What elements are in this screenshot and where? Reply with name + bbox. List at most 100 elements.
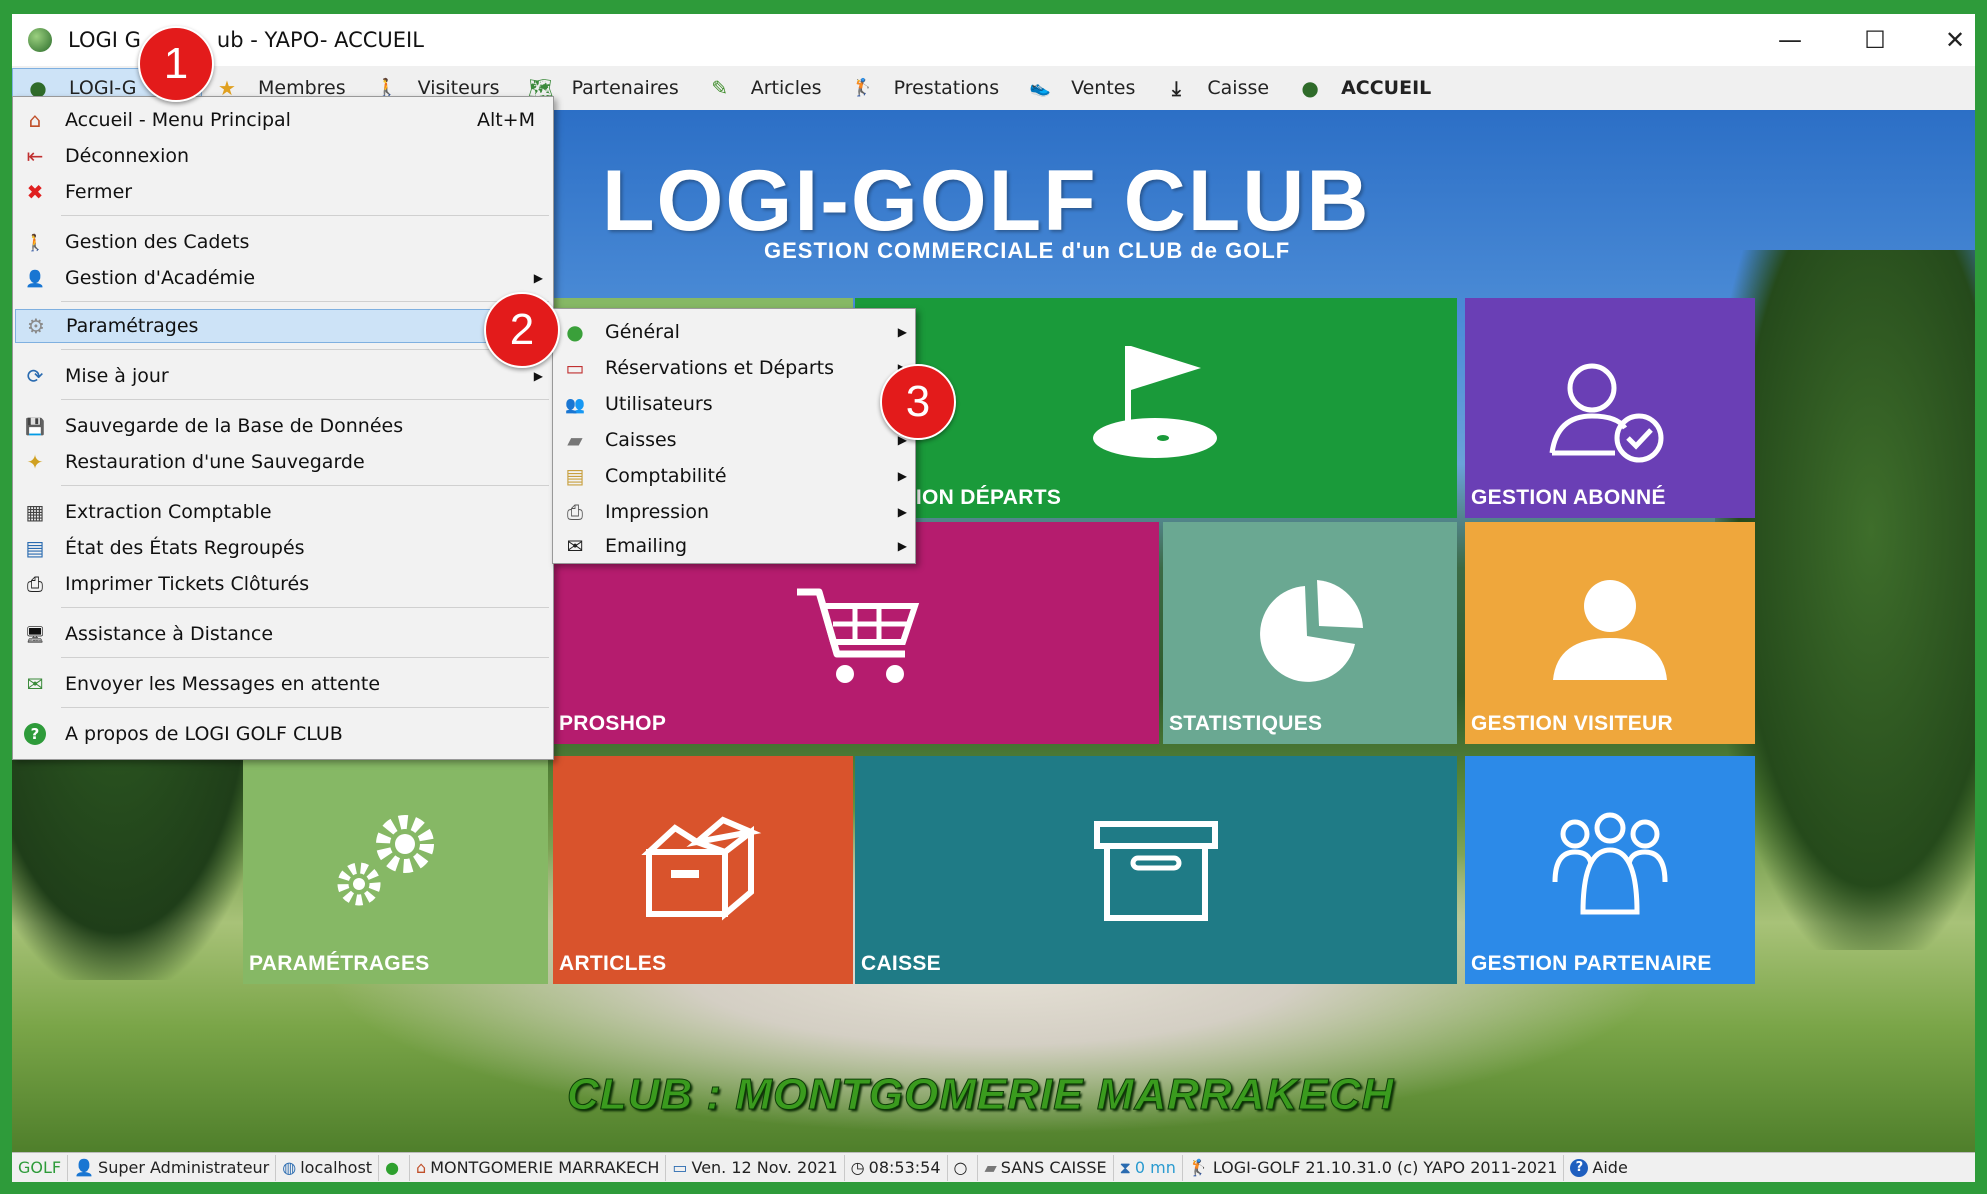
user-icon [1553, 580, 1667, 680]
golfer-icon: 🏌 [852, 78, 874, 98]
tile-gestion-abonne[interactable]: GESTION ABONNÉ [1465, 298, 1755, 518]
status-club: ⌂ MONTGOMERIE MARRAKECH [410, 1154, 667, 1181]
menu-item-label: Gestion des Cadets [65, 231, 250, 253]
tile-gestion-partenaire[interactable]: GESTION PARTENAIRE [1465, 756, 1755, 984]
menu-item-a-propos[interactable]: ? A propos de LOGI GOLF CLUB [15, 717, 551, 751]
menu-item-extraction-comptable[interactable]: ▦ Extraction Comptable [15, 495, 551, 529]
menu-item-assistance[interactable]: 🖥 Assistance à Distance [15, 617, 551, 651]
menu-item-etat-regroupes[interactable]: ▤ État des États Regroupés [15, 531, 551, 565]
group-icon [1552, 812, 1668, 915]
user-check-icon [1549, 363, 1664, 463]
menu-item-sauvegarde[interactable]: 💾 Sauvegarde de la Base de Données [15, 409, 551, 443]
menu-item-gestion-cadets[interactable]: 🚶 Gestion des Cadets [15, 225, 551, 259]
brand-subtitle: GESTION COMMERCIALE d'un CLUB de GOLF [764, 238, 1291, 263]
submenu-item-caisses[interactable]: ▰ Caisses ▶ [555, 423, 915, 457]
status-help[interactable]: ? Aide [1564, 1155, 1633, 1181]
submenu-item-emailing[interactable]: ✉ Emailing ▶ [555, 529, 915, 563]
status-bar: GOLF 👤 Super Administrateur ◍ localhost ● … [12, 1152, 1975, 1182]
calculator-icon: ▦ [25, 500, 45, 524]
golf-ball-icon: ● [1301, 76, 1319, 100]
tile-statistiques[interactable]: STATISTIQUES [1163, 522, 1457, 744]
minimize-button[interactable]: — [1747, 14, 1833, 66]
status-club-label: MONTGOMERIE MARRAKECH [430, 1158, 660, 1177]
submenu-item-general[interactable]: ● Général ▶ [555, 315, 915, 349]
update-icon: ⟳ [26, 364, 44, 388]
menu-item-fermer[interactable]: ✖ Fermer [15, 175, 551, 209]
menu-item-label: Envoyer les Messages en attente [65, 673, 381, 695]
tile-gestion-visiteur[interactable]: GESTION VISITEUR [1465, 522, 1755, 744]
shopping-cart-icon [797, 588, 920, 683]
tile-statistiques-label: STATISTIQUES [1169, 712, 1323, 735]
menu-item-mise-a-jour[interactable]: ⟳ Mise à jour ▶ [15, 359, 551, 393]
tile-partenaire-label: GESTION PARTENAIRE [1471, 952, 1712, 975]
hourglass-icon: ⧗ [1119, 1157, 1131, 1177]
remote-icon: 🖥 [24, 624, 46, 644]
email-icon: ✉ [566, 534, 584, 558]
tile-articles-label: ARTICLES [559, 952, 667, 975]
status-server: ◍ localhost [276, 1154, 380, 1181]
submenu-arrow-icon: ▶ [897, 469, 907, 483]
menu-caisse-label: Caisse [1207, 77, 1270, 99]
tile-caisse[interactable]: CAISSE [855, 756, 1457, 984]
submenu-item-label: Général [605, 321, 680, 343]
menu-item-gestion-academie[interactable]: 👤 Gestion d'Académie ▶ [15, 261, 551, 295]
status-time-label: 08:53:54 [868, 1158, 941, 1177]
download-icon: ⤓ [1171, 76, 1181, 100]
menu-item-accueil[interactable]: ⌂ Accueil - Menu Principal Alt+M [15, 103, 551, 137]
menu-item-label: Sauvegarde de la Base de Données [65, 415, 404, 437]
menu-prestations-label: Prestations [893, 77, 1000, 99]
gears-icon [337, 815, 434, 906]
walker-icon: 🚶 [25, 232, 45, 252]
menu-item-imprimer-tickets[interactable]: ⎙ Imprimer Tickets Clôturés [15, 567, 551, 601]
building-icon: ⌂ [416, 1158, 427, 1177]
submenu-item-utilisateurs[interactable]: 👥 Utilisateurs [555, 387, 915, 421]
menu-separator [61, 657, 549, 658]
menu-separator [61, 485, 549, 486]
pen-icon: ✎ [711, 76, 729, 100]
menu-item-parametrages[interactable]: ⚙ Paramétrages ▶ [15, 309, 551, 343]
submenu-arrow-icon: ▶ [533, 369, 543, 383]
calendar-icon: ▭ [672, 1158, 688, 1177]
status-timer: ⧗ 0 mn [1114, 1154, 1183, 1181]
menu-separator [61, 707, 549, 708]
golf-flag-icon [1093, 346, 1217, 458]
status-timer-label: 0 mn [1134, 1158, 1176, 1177]
menu-caisse[interactable]: ⤓ Caisse [1151, 68, 1285, 108]
menu-item-restauration[interactable]: ✦ Restauration d'une Sauvegarde [15, 445, 551, 479]
submenu-arrow-icon: ▶ [897, 325, 907, 339]
menu-ventes[interactable]: 👟 Ventes [1015, 68, 1151, 108]
submenu-arrow-icon: ▶ [897, 539, 907, 553]
status-cashbox-label: SANS CAISSE [1000, 1158, 1107, 1177]
close-button[interactable]: ✕ [1912, 14, 1975, 66]
status-server-label: localhost [300, 1158, 373, 1177]
menu-separator [61, 399, 549, 400]
menu-prestations[interactable]: 🏌 Prestations [838, 68, 1016, 108]
close-icon: ✖ [26, 180, 44, 204]
status-help-label: Aide [1592, 1158, 1628, 1177]
tile-parametrages[interactable]: PARAMÉTRAGES [243, 756, 548, 984]
tile-articles[interactable]: ARTICLES [553, 756, 853, 984]
submenu-item-comptabilite[interactable]: ▤ Comptabilité ▶ [555, 459, 915, 493]
menu-item-envoyer-messages[interactable]: ✉ Envoyer les Messages en attente [15, 667, 551, 701]
status-cashbox: ▰ SANS CAISSE [978, 1154, 1114, 1181]
menu-item-label: Gestion d'Académie [65, 267, 256, 289]
menu-item-label: Paramétrages [66, 315, 199, 337]
pie-chart-icon [1260, 580, 1363, 682]
menu-item-deconnexion[interactable]: ⇤ Déconnexion [15, 139, 551, 173]
submenu-item-impression[interactable]: ⎙ Impression ▶ [555, 495, 915, 529]
cashbox-icon: ▰ [567, 428, 583, 452]
menu-articles[interactable]: ✎ Articles [695, 68, 838, 108]
callout-badge-2: 2 [484, 292, 560, 368]
outer-frame: LOGI Gub - YAPO- ACCUEIL — ☐ ✕ ● LOGI-G … [0, 0, 1987, 1194]
menu-item-label: Assistance à Distance [65, 623, 274, 645]
submenu-arrow-icon: ▶ [533, 271, 543, 285]
menu-item-shortcut: Alt+M [476, 109, 535, 131]
parametrages-submenu: ● Général ▶ ▭ Réservations et Départs ▶ … [552, 308, 916, 564]
submenu-item-reservations[interactable]: ▭ Réservations et Départs ▶ [555, 351, 915, 385]
maximize-button[interactable]: ☐ [1832, 14, 1918, 66]
menu-item-label: Déconnexion [65, 145, 190, 167]
menu-separator [61, 349, 549, 350]
submenu-item-label: Caisses [605, 429, 677, 451]
status-dot-icon: ● [385, 1158, 400, 1177]
menu-accueil[interactable]: ● ACCUEIL [1285, 68, 1447, 108]
